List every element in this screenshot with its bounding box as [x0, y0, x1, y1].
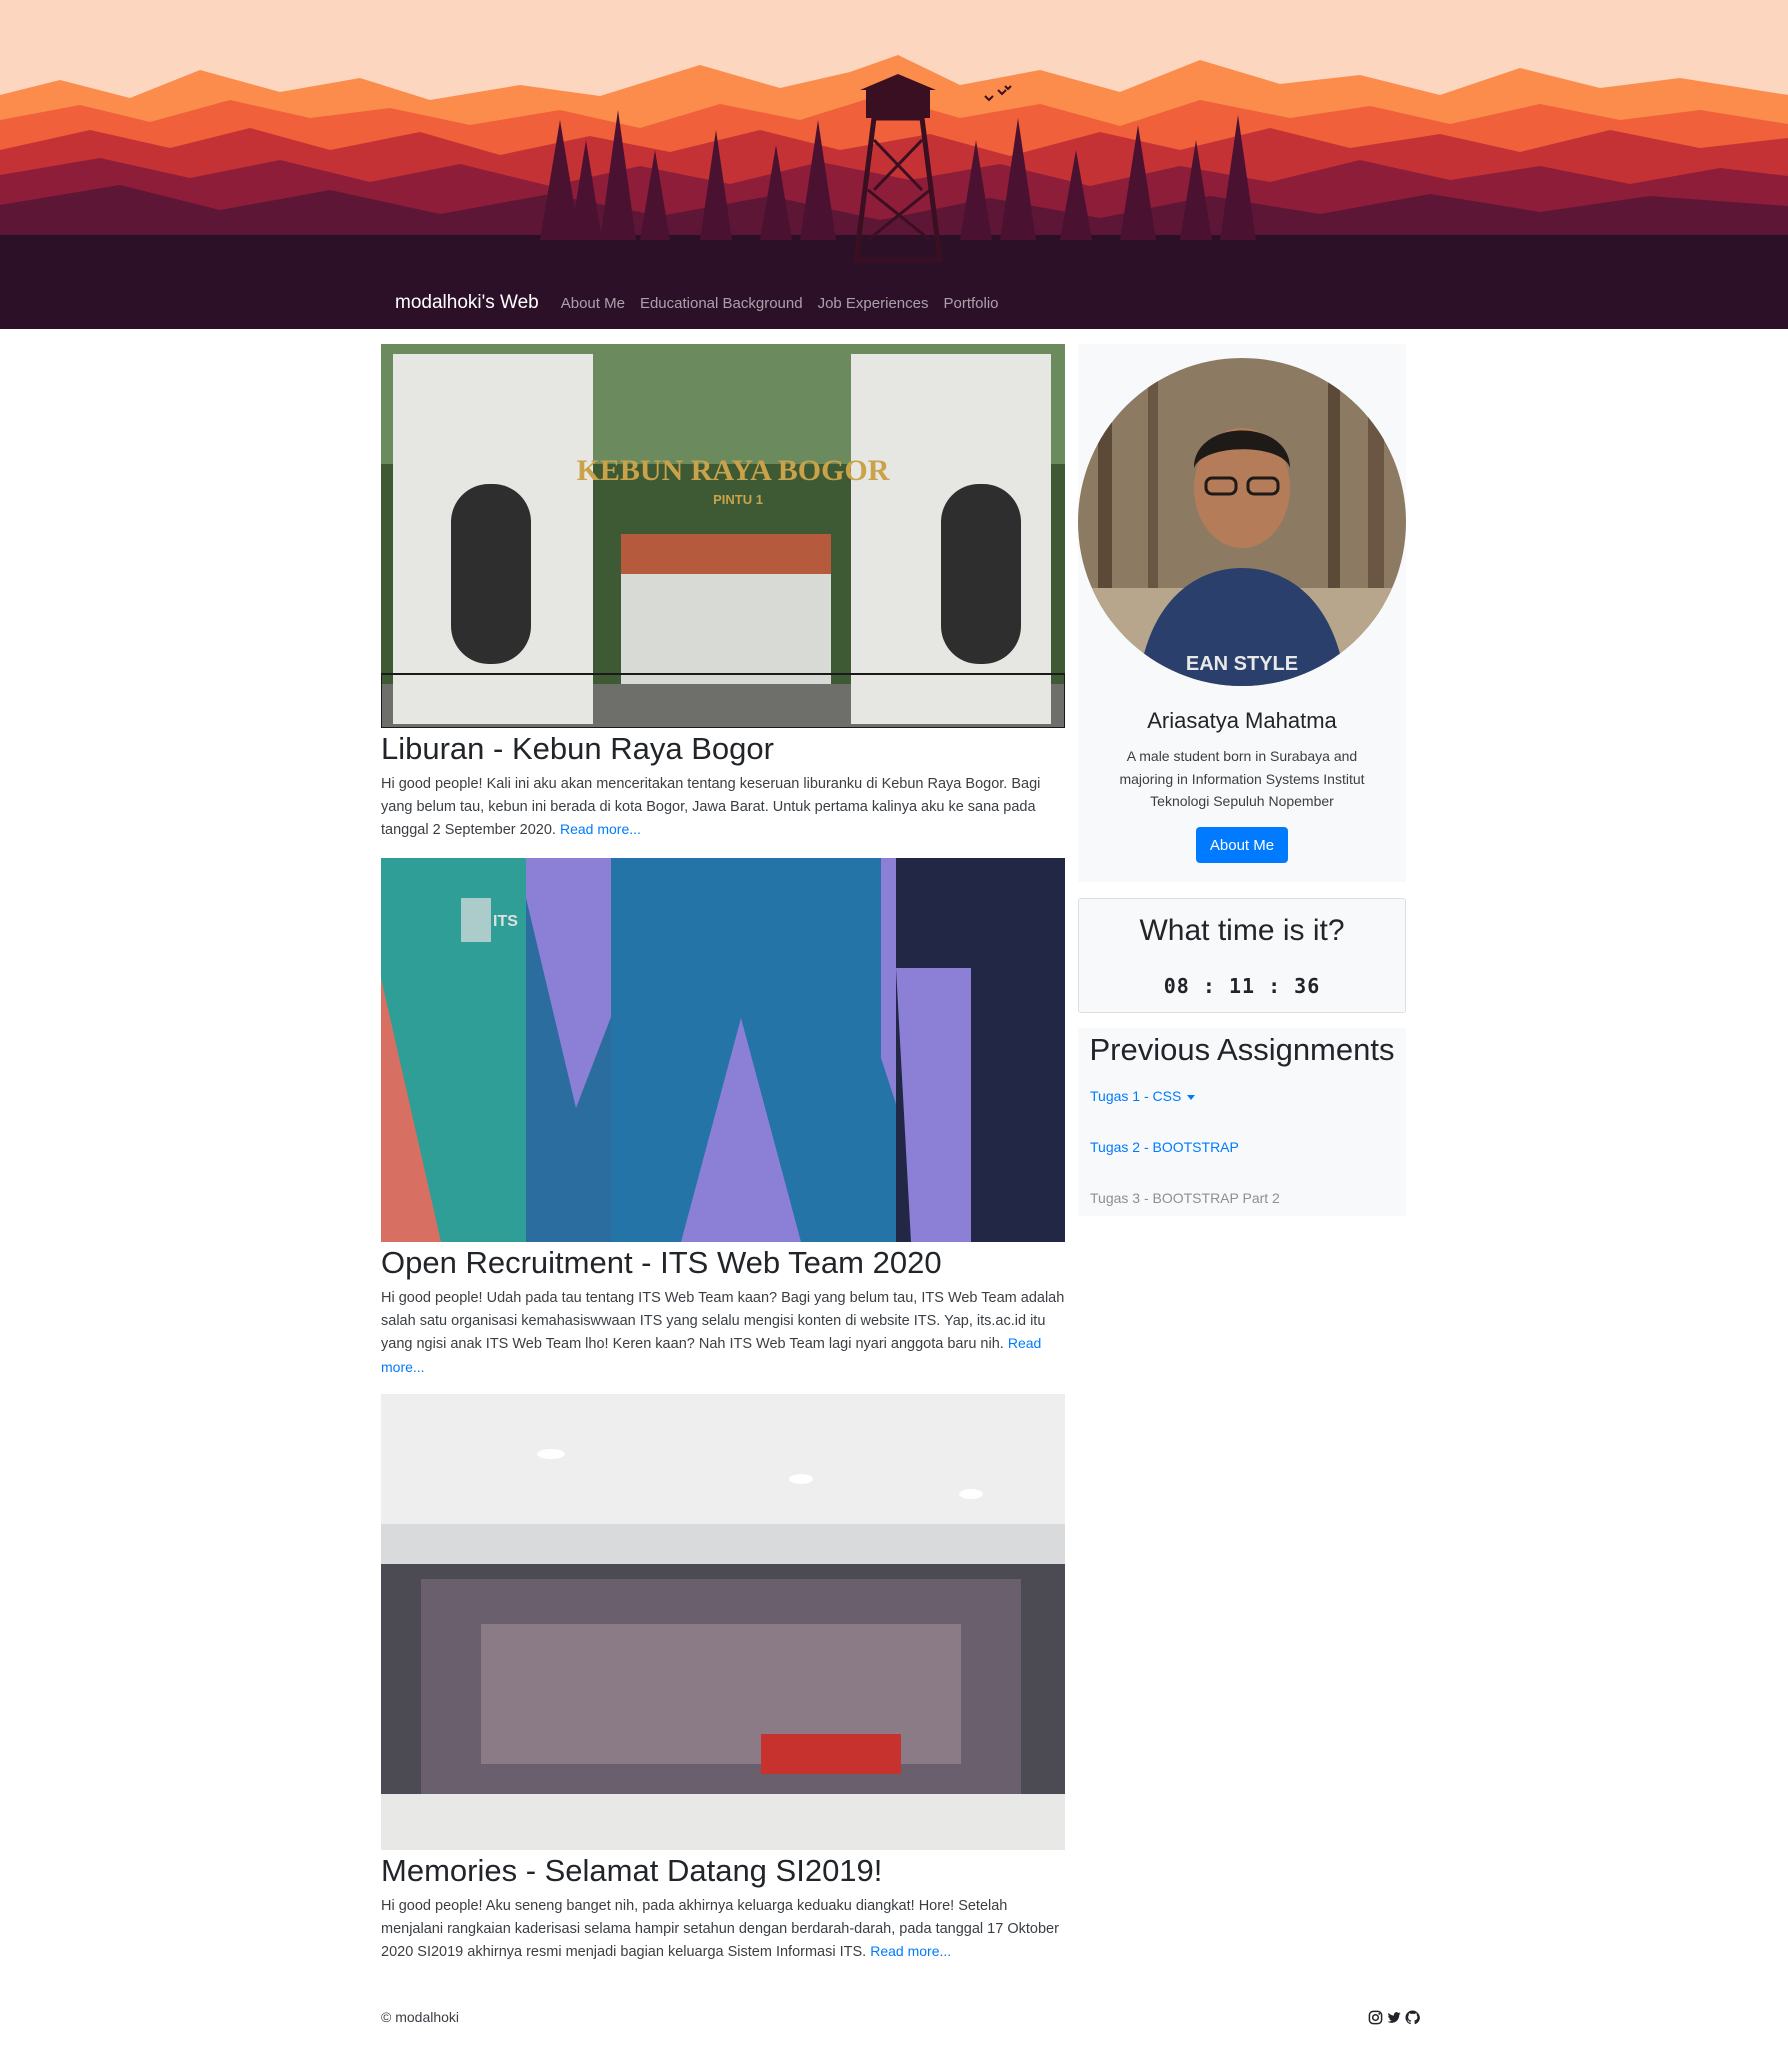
its-logo-text: ITS	[493, 913, 518, 930]
kebun-raya-bogor-sign: KEBUN RAYA BOGOR	[577, 454, 890, 487]
post-image-its-web-team: ITS	[381, 858, 1065, 1242]
profile-description: A male student born in Surabaya and majo…	[1119, 748, 1365, 809]
mountain-landscape-illustration	[0, 0, 1788, 329]
profile-card: EAN STYLE Ariasatya Mahatma A male stude…	[1078, 344, 1406, 882]
post-image-kebun-raya-bogor: KEBUN RAYA BOGOR PINTU 1	[381, 344, 1065, 728]
assignment-tugas-3: Tugas 3 - BOOTSTRAP Part 2	[1090, 1190, 1280, 1206]
assignment-tugas-2[interactable]: Tugas 2 - BOOTSTRAP	[1090, 1139, 1239, 1155]
nav-link-about-me[interactable]: About Me	[561, 295, 625, 312]
shirt-text: EAN STYLE	[1186, 653, 1298, 675]
github-icon[interactable]	[1405, 2010, 1420, 2030]
read-more-link[interactable]: Read more...	[870, 1943, 951, 1959]
blog-post: KEBUN RAYA BOGOR PINTU 1 Liburan - Kebun…	[381, 344, 1065, 842]
profile-name: Ariasatya Mahatma	[1147, 708, 1337, 733]
clock-title: What time is it?	[1139, 914, 1345, 947]
about-me-button[interactable]: About Me	[1196, 827, 1288, 863]
post-excerpt: Hi good people! Kali ini aku akan mencer…	[381, 773, 1065, 842]
blog-post: Memories - Selamat Datang SI2019! Hi goo…	[381, 1394, 1065, 1964]
nav-link-job-experiences[interactable]: Job Experiences	[818, 295, 929, 312]
navbar: modalhoki's Web About Me Educational Bac…	[395, 288, 1014, 318]
read-more-link[interactable]: Read more...	[560, 821, 641, 837]
instagram-icon[interactable]	[1368, 2010, 1383, 2030]
post-excerpt: Hi good people! Aku seneng banget nih, p…	[381, 1895, 1065, 1964]
post-title: Liburan - Kebun Raya Bogor	[381, 731, 774, 766]
assignments-title: Previous Assignments	[1089, 1032, 1395, 1067]
post-image-si2019-group-photo	[381, 1394, 1065, 1850]
caret-down-icon	[1187, 1094, 1196, 1100]
post-body: Hi good people! Kali ini aku akan mencer…	[381, 776, 1041, 839]
pintu-sign: PINTU 1	[713, 492, 763, 507]
post-excerpt: Hi good people! Udah pada tau tentang IT…	[381, 1287, 1065, 1379]
navbar-brand[interactable]: modalhoki's Web	[395, 292, 539, 314]
assignment-label: Tugas 1 - CSS	[1090, 1088, 1182, 1104]
post-body: Hi good people! Aku seneng banget nih, p…	[381, 1898, 1059, 1961]
assignment-tugas-1-dropdown[interactable]: Tugas 1 - CSS	[1090, 1088, 1196, 1104]
nav-link-portfolio[interactable]: Portfolio	[943, 295, 998, 312]
social-icons	[1368, 2010, 1420, 2030]
nav-link-educational-background[interactable]: Educational Background	[640, 295, 803, 312]
previous-assignments-card: Previous Assignments Tugas 1 - CSS Tugas…	[1078, 1028, 1406, 1216]
twitter-icon[interactable]	[1386, 2010, 1402, 2030]
avatar: EAN STYLE	[1078, 358, 1406, 686]
footer-copyright: © modalhoki	[381, 2009, 460, 2025]
post-body: Hi good people! Udah pada tau tentang IT…	[381, 1290, 1065, 1353]
post-title: Open Recruitment - ITS Web Team 2020	[381, 1245, 942, 1280]
post-title: Memories - Selamat Datang SI2019!	[381, 1853, 883, 1888]
clock-time: 08 : 11 : 36	[1163, 974, 1321, 998]
header-banner: modalhoki's Web About Me Educational Bac…	[0, 0, 1788, 329]
clock-card: What time is it? 08 : 11 : 36	[1078, 898, 1406, 1013]
blog-post: ITS Open Recruitment - ITS Web Team 2020…	[381, 858, 1065, 1379]
